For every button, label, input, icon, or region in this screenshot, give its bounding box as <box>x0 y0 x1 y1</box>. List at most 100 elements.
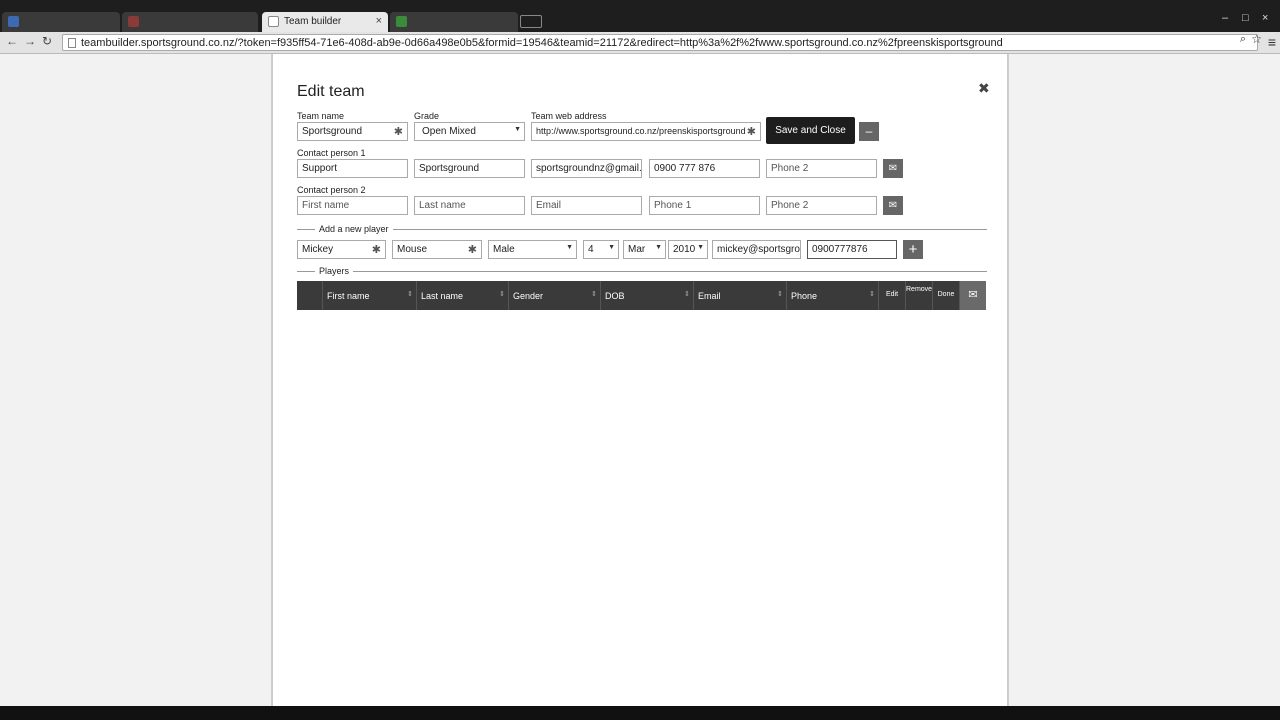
contact1-last-name[interactable]: Sportsground <box>414 159 525 178</box>
address-url: teambuilder.sportsground.co.nz/?token=f9… <box>81 37 1003 49</box>
new-player-phone[interactable]: 0900777876 <box>807 240 897 259</box>
email-contact2-icon[interactable]: ✉ <box>883 196 903 215</box>
dob-day-value: 4 <box>588 244 594 255</box>
dob-year-value: 2010 <box>673 244 696 255</box>
contact1-first-name[interactable]: Support <box>297 159 408 178</box>
tab-favicon <box>8 16 19 27</box>
save-and-close-button[interactable]: Save and Close <box>766 117 855 144</box>
column-label: Gender <box>513 291 544 301</box>
required-icon: ✱ <box>393 126 403 138</box>
contact2-phone1[interactable]: Phone 1 <box>649 196 760 215</box>
contact2-first-name[interactable]: First name <box>297 196 408 215</box>
players-table-header: First name ⇕ Last name ⇕ Gender ⇕ DOB ⇕ … <box>297 281 986 310</box>
search-icon[interactable]: ⌕ <box>1240 33 1246 46</box>
forward-icon[interactable]: → <box>24 34 36 48</box>
add-player-button[interactable]: + <box>903 240 923 259</box>
column-label: First name <box>327 291 370 301</box>
tab-label: Team builder <box>284 16 342 27</box>
dob-month-select[interactable]: Mar ▼ <box>623 240 666 259</box>
column-label: Phone <box>791 291 818 301</box>
page-icon <box>68 38 76 48</box>
contact1-label: Contact person 1 <box>297 148 366 158</box>
column-dob[interactable]: DOB ⇕ <box>601 281 694 310</box>
web-address-input[interactable]: http://www.sportsground.co.nz/preenskisp… <box>531 122 761 141</box>
bookmark-star-icon[interactable]: ☆ <box>1251 32 1262 46</box>
close-icon[interactable]: ✖ <box>978 80 990 97</box>
email-all-icon[interactable]: ✉ <box>960 281 986 310</box>
maximize-icon[interactable]: □ <box>1242 12 1249 24</box>
tab-team-builder[interactable]: Team builder × <box>262 12 388 32</box>
chevron-down-icon: ▼ <box>655 244 662 251</box>
divider <box>297 271 987 272</box>
contact2-label: Contact person 2 <box>297 185 366 195</box>
new-player-first-value: Mickey <box>302 244 334 255</box>
column-gender[interactable]: Gender ⇕ <box>509 281 601 310</box>
sort-icon: ⇕ <box>869 291 875 298</box>
contact2-phone2[interactable]: Phone 2 <box>766 196 877 215</box>
sort-icon: ⇕ <box>407 291 413 298</box>
chevron-down-icon: ▼ <box>608 244 615 251</box>
new-player-last-name[interactable]: Mouse ✱ <box>392 240 482 259</box>
column-label: Email <box>698 291 721 301</box>
contact1-phone2[interactable]: Phone 2 <box>766 159 877 178</box>
contact1-phone1[interactable]: 0900 777 876 <box>649 159 760 178</box>
dialog-title: Edit team <box>297 83 365 100</box>
divider <box>297 229 987 230</box>
select-column-header <box>297 281 323 310</box>
web-address-value: http://www.sportsground.co.nz/preenskisp… <box>536 126 746 136</box>
page-icon <box>268 16 279 27</box>
players-heading: Players <box>315 266 354 276</box>
team-name-value: Sportsground <box>302 126 363 137</box>
email-contact1-icon[interactable]: ✉ <box>883 159 903 178</box>
dob-month-value: Mar <box>628 244 646 255</box>
dob-day-select[interactable]: 4 ▼ <box>583 240 619 259</box>
column-label: DOB <box>605 291 625 301</box>
edit-team-dialog: Edit team ✖ Team name Sportsground ✱ Gra… <box>271 54 1009 706</box>
screen-bottom-bar <box>0 706 1280 720</box>
new-player-gender-select[interactable]: Male ▼ <box>488 240 577 259</box>
browser-menu-icon[interactable]: ≡ <box>1268 34 1276 50</box>
required-icon: ✱ <box>467 244 477 256</box>
add-player-heading: Add a new player <box>315 224 393 234</box>
reload-icon[interactable]: ↻ <box>42 34 52 48</box>
address-bar[interactable]: teambuilder.sportsground.co.nz/?token=f9… <box>62 34 1258 51</box>
new-tab-button[interactable] <box>520 15 542 28</box>
new-player-email[interactable]: mickey@sportsground <box>712 240 801 259</box>
gender-value: Male <box>493 244 515 255</box>
tab-inactive-1[interactable] <box>2 12 120 32</box>
players-section: Players <box>297 266 987 276</box>
tab-favicon <box>128 16 139 27</box>
dob-year-select[interactable]: 2010 ▼ <box>668 240 708 259</box>
contact2-last-name[interactable]: Last name <box>414 196 525 215</box>
column-label: Last name <box>421 291 464 301</box>
collapse-button[interactable]: – <box>859 122 879 141</box>
tab-inactive-2[interactable] <box>122 12 258 32</box>
column-edit: Edit <box>879 281 906 310</box>
team-name-label: Team name <box>297 111 345 121</box>
grade-value: Open Mixed <box>422 126 476 137</box>
sort-icon: ⇕ <box>499 291 505 298</box>
chevron-down-icon: ▼ <box>697 244 704 251</box>
team-name-input[interactable]: Sportsground ✱ <box>297 122 408 141</box>
add-player-section: Add a new player <box>297 224 987 234</box>
minimize-icon[interactable]: – <box>1222 12 1228 24</box>
window-close-icon[interactable]: × <box>1262 12 1268 24</box>
chevron-down-icon: ▼ <box>566 244 573 251</box>
contact1-email[interactable]: sportsgroundnz@gmail.com <box>531 159 642 178</box>
tab-close-icon[interactable]: × <box>376 15 382 27</box>
column-first-name[interactable]: First name ⇕ <box>323 281 417 310</box>
contact2-email[interactable]: Email <box>531 196 642 215</box>
grade-select[interactable]: Open Mixed ▼ <box>414 122 525 141</box>
new-player-first-name[interactable]: Mickey ✱ <box>297 240 386 259</box>
web-address-label: Team web address <box>531 111 607 121</box>
required-icon: ✱ <box>371 244 381 256</box>
back-icon[interactable]: ← <box>6 34 18 48</box>
column-email[interactable]: Email ⇕ <box>694 281 787 310</box>
tab-inactive-3[interactable] <box>390 12 518 32</box>
required-icon: ✱ <box>746 126 756 138</box>
new-player-last-value: Mouse <box>397 244 428 255</box>
column-phone[interactable]: Phone ⇕ <box>787 281 879 310</box>
chevron-down-icon: ▼ <box>514 126 521 133</box>
tab-strip: Team builder × – □ × <box>0 0 1280 32</box>
column-last-name[interactable]: Last name ⇕ <box>417 281 509 310</box>
